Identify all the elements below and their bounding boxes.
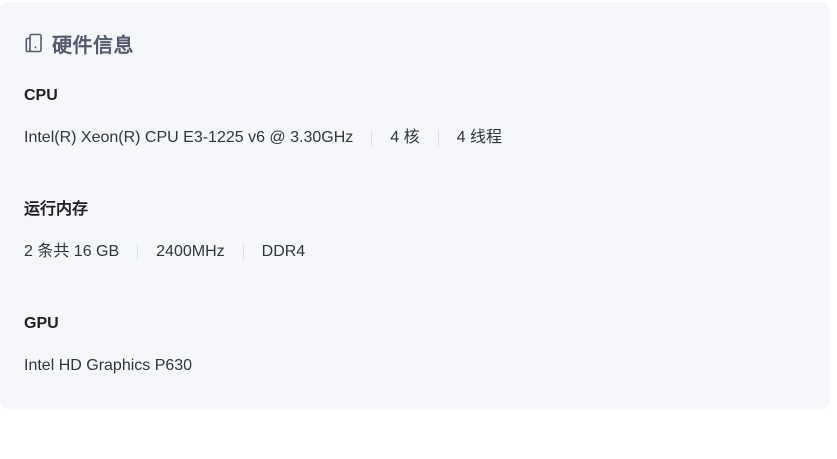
divider [137,244,139,260]
divider [437,130,439,146]
cpu-section: CPU Intel(R) Xeon(R) CPU E3-1225 v6 @ 3.… [24,86,502,148]
gpu-section: GPU Intel HD Graphics P630 [24,314,192,376]
device-icon [24,32,44,54]
card-header: 硬件信息 [24,32,134,57]
gpu-values: Intel HD Graphics P630 [24,356,192,376]
cpu-model: Intel(R) Xeon(R) CPU E3-1225 v6 @ 3.30GH… [24,129,354,146]
cpu-values: Intel(R) Xeon(R) CPU E3-1225 v6 @ 3.30GH… [24,128,502,148]
memory-type: DDR4 [261,243,306,260]
hardware-info-card: 硬件信息 CPU Intel(R) Xeon(R) CPU E3-1225 v6… [0,2,830,409]
card-title: 硬件信息 [52,34,134,57]
divider [242,244,244,260]
gpu-model: Intel HD Graphics P630 [24,357,193,374]
cpu-cores: 4 核 [390,129,420,146]
section-title: 运行内存 [24,201,89,218]
divider [371,130,373,146]
memory-values: 2 条共 16 GB 2400MHz DDR4 [24,242,305,262]
memory-section: 运行内存 2 条共 16 GB 2400MHz DDR4 [24,200,305,262]
section-title: GPU [24,315,59,332]
memory-frequency: 2400MHz [156,243,225,260]
section-title: CPU [24,87,58,104]
cpu-threads: 4 线程 [456,129,502,146]
memory-capacity: 2 条共 16 GB [24,243,120,260]
